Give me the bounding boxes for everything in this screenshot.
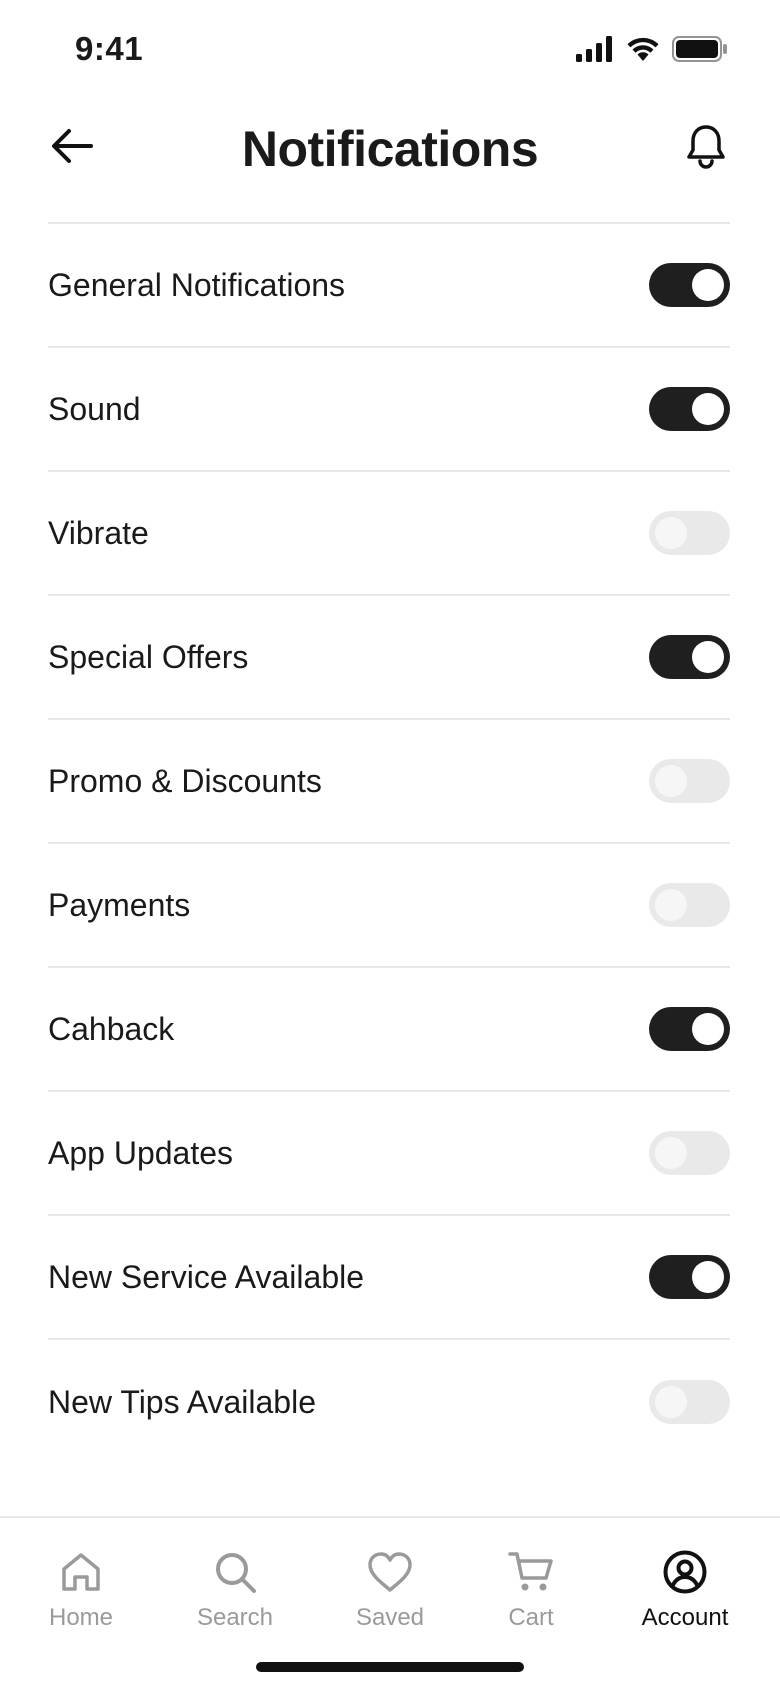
setting-label: Cahback <box>48 1010 175 1047</box>
nav-label: Account <box>641 1604 729 1631</box>
nav-label: Search <box>196 1604 274 1631</box>
setting-label: App Updates <box>48 1134 234 1171</box>
setting-label: General Notifications <box>48 266 346 303</box>
toggle-knob <box>655 1137 687 1169</box>
setting-row-cashback: Cahback <box>48 968 730 1092</box>
account-icon <box>620 1548 750 1596</box>
toggle-knob <box>655 1386 687 1418</box>
sound-toggle[interactable] <box>649 387 730 431</box>
new-tips-available-toggle[interactable] <box>649 1380 730 1424</box>
general-notifications-toggle[interactable] <box>649 263 730 307</box>
bell-button[interactable] <box>682 122 730 174</box>
toggle-knob <box>692 641 724 673</box>
toggle-knob <box>692 269 724 301</box>
header: Notifications <box>0 100 780 224</box>
nav-label: Saved <box>355 1604 425 1631</box>
page-title: Notifications <box>241 121 539 177</box>
setting-label: New Tips Available <box>48 1383 316 1420</box>
nav-item-search[interactable]: Search <box>170 1548 300 1632</box>
nav-item-home[interactable]: Home <box>16 1548 146 1632</box>
toggle-knob <box>655 765 687 797</box>
nav-label: Cart <box>508 1604 554 1631</box>
signal-icon <box>576 36 614 67</box>
special-offers-toggle[interactable] <box>649 635 730 679</box>
toggle-knob <box>692 1261 724 1293</box>
toggle-knob <box>692 1013 724 1045</box>
home-icon <box>16 1548 146 1596</box>
nav-label: Home <box>48 1604 114 1631</box>
cart-icon <box>466 1548 596 1596</box>
home-indicator[interactable] <box>256 1662 524 1672</box>
setting-row-vibrate: Vibrate <box>48 472 730 596</box>
setting-row-special-offers: Special Offers <box>48 596 730 720</box>
notifications-screen: 9:41 Notifications General Notifications… <box>0 0 780 1688</box>
setting-label: Special Offers <box>48 638 249 675</box>
nav-item-account[interactable]: Account <box>620 1548 750 1632</box>
setting-row-app-updates: App Updates <box>48 1092 730 1216</box>
setting-label: Payments <box>48 886 191 923</box>
new-service-available-toggle[interactable] <box>649 1255 730 1299</box>
setting-row-promo-discounts: Promo & Discounts <box>48 720 730 844</box>
setting-label: Vibrate <box>48 514 149 551</box>
setting-label: Promo & Discounts <box>48 762 322 799</box>
notification-settings-list: General Notifications Sound Vibrate Spec… <box>48 224 730 1464</box>
toggle-knob <box>655 517 687 549</box>
setting-row-sound: Sound <box>48 348 730 472</box>
status-bar: 9:41 <box>0 0 780 100</box>
setting-row-new-service-available: New Service Available <box>48 1216 730 1340</box>
heart-icon <box>325 1548 455 1596</box>
toggle-knob <box>692 393 724 425</box>
promo-discounts-toggle[interactable] <box>649 759 730 803</box>
setting-row-new-tips-available: New Tips Available <box>48 1340 730 1464</box>
app-updates-toggle[interactable] <box>649 1131 730 1175</box>
search-icon <box>170 1548 300 1596</box>
nav-item-cart[interactable]: Cart <box>466 1548 596 1632</box>
battery-icon <box>672 36 728 67</box>
payments-toggle[interactable] <box>649 883 730 927</box>
toggle-knob <box>655 889 687 921</box>
wifi-icon <box>626 36 660 67</box>
setting-label: Sound <box>48 390 141 427</box>
status-icons <box>576 36 728 67</box>
setting-row-payments: Payments <box>48 844 730 968</box>
status-time: 9:41 <box>75 30 144 67</box>
bottom-nav: Home Search Saved Cart Account <box>0 1516 780 1688</box>
vibrate-toggle[interactable] <box>649 511 730 555</box>
setting-row-general-notifications: General Notifications <box>48 224 730 348</box>
bell-icon <box>685 123 727 174</box>
cashback-toggle[interactable] <box>649 1007 730 1051</box>
nav-item-saved[interactable]: Saved <box>325 1548 455 1632</box>
setting-label: New Service Available <box>48 1258 365 1295</box>
